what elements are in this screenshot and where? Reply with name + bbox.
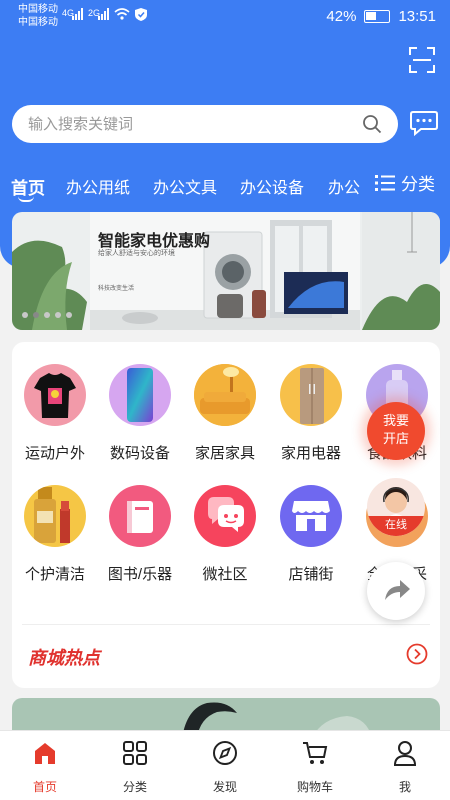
battery-percent: 42% [326, 8, 357, 25]
home-icon [35, 743, 55, 764]
storefront-icon [280, 485, 342, 547]
category-home-appliances[interactable]: 家用电器 [271, 364, 351, 463]
banner-note: 科技改变生活 [98, 286, 135, 292]
tabbar-label: 首页 [32, 780, 57, 794]
tabbar-home[interactable]: 首页 [0, 739, 90, 795]
carousel-dot[interactable] [44, 312, 50, 318]
compass-icon [213, 741, 237, 765]
category-label: 家居家具 [194, 445, 255, 462]
shield-icon [135, 8, 147, 21]
scan-icon[interactable] [408, 46, 436, 74]
category-books-instruments[interactable]: 图书/乐器 [100, 485, 180, 584]
carousel-dot[interactable] [66, 312, 72, 318]
search-icon[interactable] [362, 114, 382, 134]
chat-bubbles-icon [194, 485, 256, 547]
category-label: 数码设备 [109, 445, 170, 462]
carrier-1: 中国移动 [18, 4, 58, 15]
open-store-line2: 开店 [382, 431, 409, 446]
book-icon [109, 485, 171, 547]
tab-active-indicator [18, 196, 34, 202]
tabbar-cart[interactable]: 购物车 [270, 739, 360, 795]
share-icon [385, 580, 410, 600]
tshirt-icon [24, 364, 86, 426]
chevron-right-icon[interactable] [406, 643, 428, 665]
tabbar-label: 分类 [122, 780, 147, 794]
user-icon [393, 741, 417, 766]
search-bar[interactable] [12, 105, 398, 143]
category-sports-outdoor[interactable]: 运动户外 [15, 364, 95, 463]
smartphone-icon [109, 364, 171, 426]
category-micro-community[interactable]: 微社区 [185, 485, 265, 584]
tab-office-more[interactable]: 办公 [328, 174, 360, 198]
message-icon[interactable] [409, 108, 439, 138]
cart-icon [303, 742, 328, 764]
battery-icon [364, 10, 391, 23]
category-home-furniture[interactable]: 家居家具 [185, 364, 265, 463]
category-label: 图书/乐器 [107, 566, 173, 583]
carrier-2: 中国移动 [18, 17, 58, 28]
banner-subtitle: 给家人舒适与安心的环境 [98, 250, 175, 257]
wifi-icon [114, 8, 130, 20]
grid-icon [123, 741, 147, 765]
tabbar-category[interactable]: 分类 [90, 739, 180, 795]
open-store-line1: 我要 [382, 413, 409, 428]
open-store-button[interactable]: 我要 开店 [367, 402, 425, 460]
status-bar: 中国移动 中国移动 4G 2G 42% 13:51 [0, 0, 450, 34]
tab-office-stationery[interactable]: 办公文具 [153, 174, 217, 198]
tabbar-label: 我 [398, 780, 411, 794]
share-button[interactable] [367, 562, 425, 620]
carousel-dot[interactable] [33, 312, 39, 318]
carousel-dots [22, 312, 72, 318]
category-personal-care[interactable]: 个护清洁 [15, 485, 95, 584]
section-divider [22, 624, 430, 625]
search-input[interactable] [28, 105, 348, 143]
list-icon [375, 174, 395, 191]
carrier-info: 中国移动 中国移动 [18, 3, 58, 29]
promo-banner[interactable]: 智能家电优惠购 给家人舒适与安心的环境 科技改变生活 [12, 212, 440, 330]
hot-section-logo: 商城热点 [28, 648, 100, 668]
carousel-dot[interactable] [22, 312, 28, 318]
category-label: 家用电器 [280, 445, 341, 462]
category-label: 运动户外 [24, 445, 85, 462]
tabbar-label: 购物车 [296, 780, 333, 794]
banner-artwork [12, 212, 440, 330]
category-tabs: 首页 办公用纸 办公文具 办公设备 办公 [0, 168, 372, 204]
clock: 13:51 [398, 8, 436, 25]
carousel-dot[interactable] [55, 312, 61, 318]
customer-service-label: 在线 [367, 516, 425, 536]
status-right: 42% 13:51 [326, 8, 436, 25]
category-label: 个护清洁 [24, 566, 85, 583]
customer-service-button[interactable]: 在线 [367, 478, 425, 536]
cosmetics-icon [24, 485, 86, 547]
category-label: 店铺街 [288, 566, 334, 583]
tabbar-label: 发现 [212, 780, 237, 794]
tab-office-paper[interactable]: 办公用纸 [66, 174, 130, 198]
category-button[interactable]: 分类 [375, 170, 435, 195]
signal-icon [72, 8, 83, 20]
category-store-street[interactable]: 店铺街 [271, 485, 351, 584]
signal-icon [98, 8, 109, 20]
tabbar-me[interactable]: 我 [360, 739, 450, 795]
refrigerator-icon [280, 364, 342, 426]
category-label: 微社区 [202, 566, 248, 583]
sofa-icon [194, 364, 256, 426]
tab-office-equipment[interactable]: 办公设备 [240, 174, 304, 198]
category-button-label: 分类 [401, 175, 435, 194]
bottom-tab-bar: 首页 分类 发现 购物车 我 [0, 730, 450, 800]
category-digital-devices[interactable]: 数码设备 [100, 364, 180, 463]
tabbar-discover[interactable]: 发现 [180, 739, 270, 795]
